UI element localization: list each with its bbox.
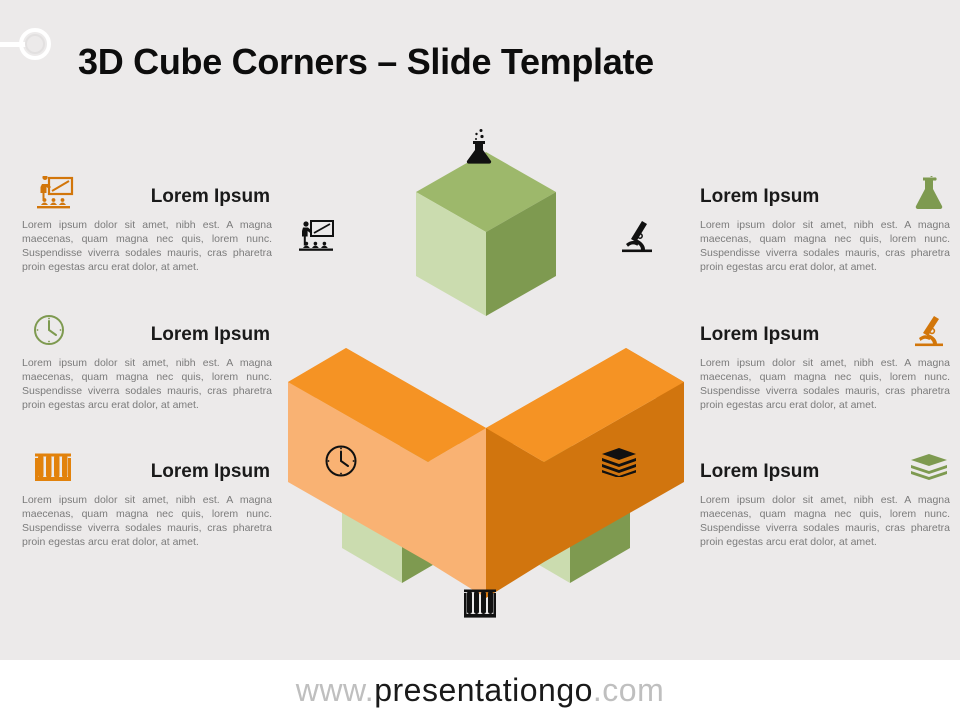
microscope-icon	[908, 314, 950, 348]
slide-canvas: 3D Cube Corners – Slide Template Lorem I…	[0, 0, 960, 720]
microscope-icon	[620, 220, 654, 254]
url-suffix: .com	[592, 672, 665, 708]
block-body: Lorem ipsum dolor sit amet, nibh est. A …	[700, 357, 950, 411]
books-stack-icon	[908, 451, 950, 485]
clock-icon	[32, 314, 74, 348]
clock-icon	[324, 444, 358, 478]
presentation-training-icon	[32, 176, 74, 210]
block-body: Lorem ipsum dolor sit amet, nibh est. A …	[700, 219, 950, 273]
block-body: Lorem ipsum dolor sit amet, nibh est. A …	[22, 357, 272, 411]
block-body: Lorem ipsum dolor sit amet, nibh est. A …	[700, 494, 950, 548]
url-brand: presentationgo	[374, 672, 593, 708]
text-block-right-1: Lorem Ipsum Lorem ipsum dolor sit amet, …	[700, 176, 950, 274]
footer-bar: www.presentationgo.com	[0, 660, 960, 720]
text-block-left-2: Lorem Ipsum Lorem ipsum dolor sit amet, …	[22, 315, 272, 412]
block-body: Lorem ipsum dolor sit amet, nibh est. A …	[22, 494, 272, 548]
text-block-right-3: Lorem Ipsum Lorem ipsum dolor sit amet, …	[700, 454, 950, 549]
presentation-training-icon	[295, 220, 335, 252]
text-block-right-2: Lorem Ipsum Lorem ipsum dolor sit amet, …	[700, 316, 950, 412]
circle-pin-icon	[0, 24, 60, 66]
test-tubes-icon	[462, 588, 498, 621]
block-body: Lorem ipsum dolor sit amet, nibh est. A …	[22, 219, 272, 273]
books-stack-icon	[600, 447, 638, 477]
page-title: 3D Cube Corners – Slide Template	[78, 41, 654, 83]
flask-icon	[462, 128, 496, 164]
flask-icon	[908, 176, 950, 210]
site-url[interactable]: www.presentationgo.com	[0, 672, 960, 709]
text-block-left-1: Lorem Ipsum Lorem ipsum dolor sit amet, …	[22, 176, 272, 274]
3d-cube-corners-isometric-diagram	[288, 128, 684, 628]
test-tubes-icon	[32, 451, 74, 485]
text-block-left-3: Lorem Ipsum Lorem ipsum dolor sit amet, …	[22, 453, 272, 549]
url-prefix: www.	[295, 672, 375, 708]
